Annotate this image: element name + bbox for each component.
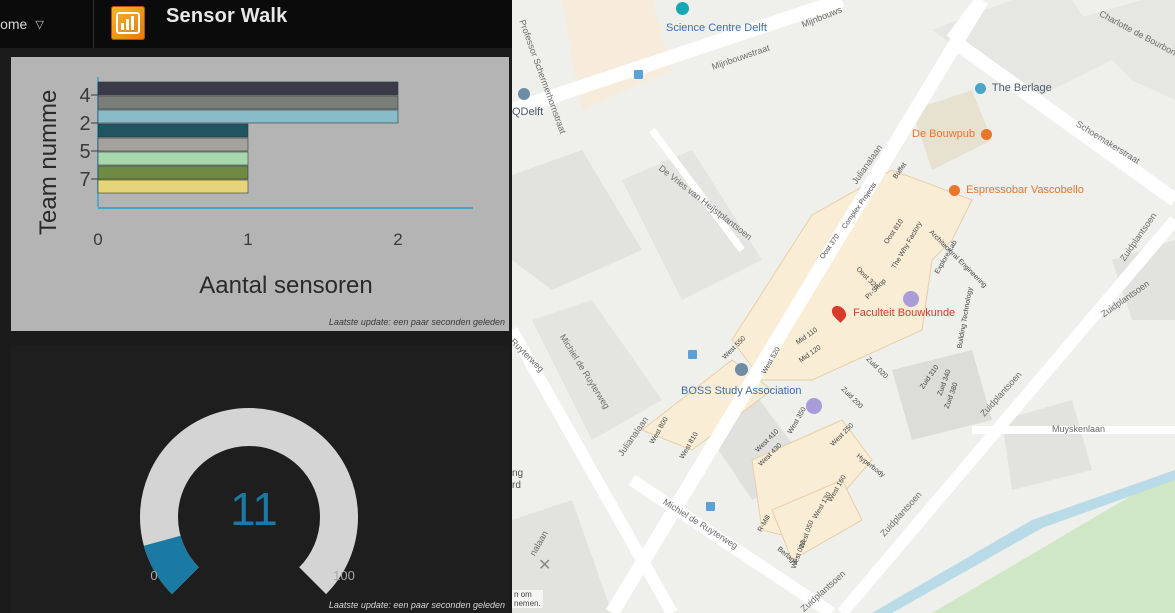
poi-label: BOSS Study Association [681,385,802,397]
x-tick-label: 2 [393,230,402,249]
dashboard: Home ▽ Sensor Walk Team numme Aantal sen… [0,0,512,613]
bar [97,179,249,194]
gauge: 11 0 100 [140,408,358,595]
poi-boss[interactable]: BOSS Study Association [681,363,802,397]
map-view[interactable]: Science Centre Delft The Berlage De Bouw… [512,0,1175,613]
poi-label: Faculteit Bouwkunde [853,306,956,319]
poi-berlage[interactable]: The Berlage [975,82,1052,94]
cafe-pin-icon [949,184,960,196]
bar-pin-icon [981,128,993,140]
poi-label: Espressobar Vascobello [966,184,1084,196]
bar [97,165,249,180]
science-centre-pin-icon [676,2,689,15]
gauge-value: 11 [230,483,278,535]
gauge-min-label: 0 [150,568,157,583]
qdelft-pin-icon [518,88,530,100]
home-label: Home [0,16,28,32]
close-icon[interactable]: ✕ [538,555,551,575]
road-mijnbouwstraat [512,0,845,117]
university-icon[interactable] [806,398,822,414]
poi-label: Science Centre Delft [666,22,767,34]
poi-science-centre[interactable]: Science Centre Delft [666,2,767,34]
chart-y-label: Team numme [35,90,62,235]
screenshot-root: Home ▽ Sensor Walk Team numme Aantal sen… [0,0,1175,613]
poi-label: De Bouwpub [912,128,975,140]
edge-text-ng: ng [512,468,524,479]
bus-stop-icon[interactable] [688,350,697,359]
boss-pin-icon [735,363,748,376]
poi-label: QDelft [512,106,544,118]
dashboard-header: Home ▽ Sensor Walk [0,0,512,48]
app-title: Sensor Walk [166,5,288,27]
poi-espressobar[interactable]: Espressobar Vascobello [949,184,1084,196]
bar [97,81,399,96]
bar [97,123,249,138]
bar [97,109,399,124]
home-button[interactable]: Home ▽ [0,0,94,48]
bar [97,137,249,152]
red-location-pin-icon [829,303,849,323]
bar [97,95,399,110]
y-tick-label: 5 [79,141,90,163]
map-attribution: n om nemen. [512,590,543,608]
chart-x-label: Aantal sensoren [199,272,372,299]
poi-label: The Berlage [991,82,1052,94]
y-tick-label: 2 [79,113,90,135]
gauge-update-note: Laatste update: een paar seconden gelede… [328,600,505,610]
y-tick-label: 7 [79,169,90,191]
poi-qdelft[interactable]: QDelft [512,88,544,118]
dashboard-logo-icon [116,12,140,34]
poi-faculteit-bouwkunde[interactable]: Faculteit Bouwkunde [829,303,956,323]
gauge-fill [143,534,200,595]
map-block [512,150,642,290]
app-logo [111,6,145,40]
street-muyskenlaan: Muyskenlaan [1052,424,1106,434]
x-tick-label: 1 [243,230,252,249]
bus-stop-icon[interactable] [634,70,643,79]
bus-stop-icon[interactable] [706,502,715,511]
berlage-pin-icon [975,82,986,94]
gauge-max-label: 100 [333,568,355,583]
poi-bouwpub[interactable]: De Bouwpub [912,128,993,140]
caret-down-icon: ▽ [35,19,44,31]
edge-text-rd: rd [512,480,521,491]
attribution-line2: nemen. [514,599,541,608]
chart-update-note: Laatste update: een paar seconden gelede… [328,317,505,327]
x-tick-label: 0 [93,230,102,249]
attribution-line1: n om [514,590,532,599]
bar [97,151,249,166]
gauge-panel: 11 0 100 Laatste update: een paar second… [11,345,509,613]
y-tick-label: 4 [79,85,90,107]
bar-chart-panel: Team numme Aantal sensoren 0 1 2 4 2 5 7 Laats… [11,57,509,331]
bar-chart: Team numme Aantal sensoren 0 1 2 4 2 5 7 [35,77,473,299]
